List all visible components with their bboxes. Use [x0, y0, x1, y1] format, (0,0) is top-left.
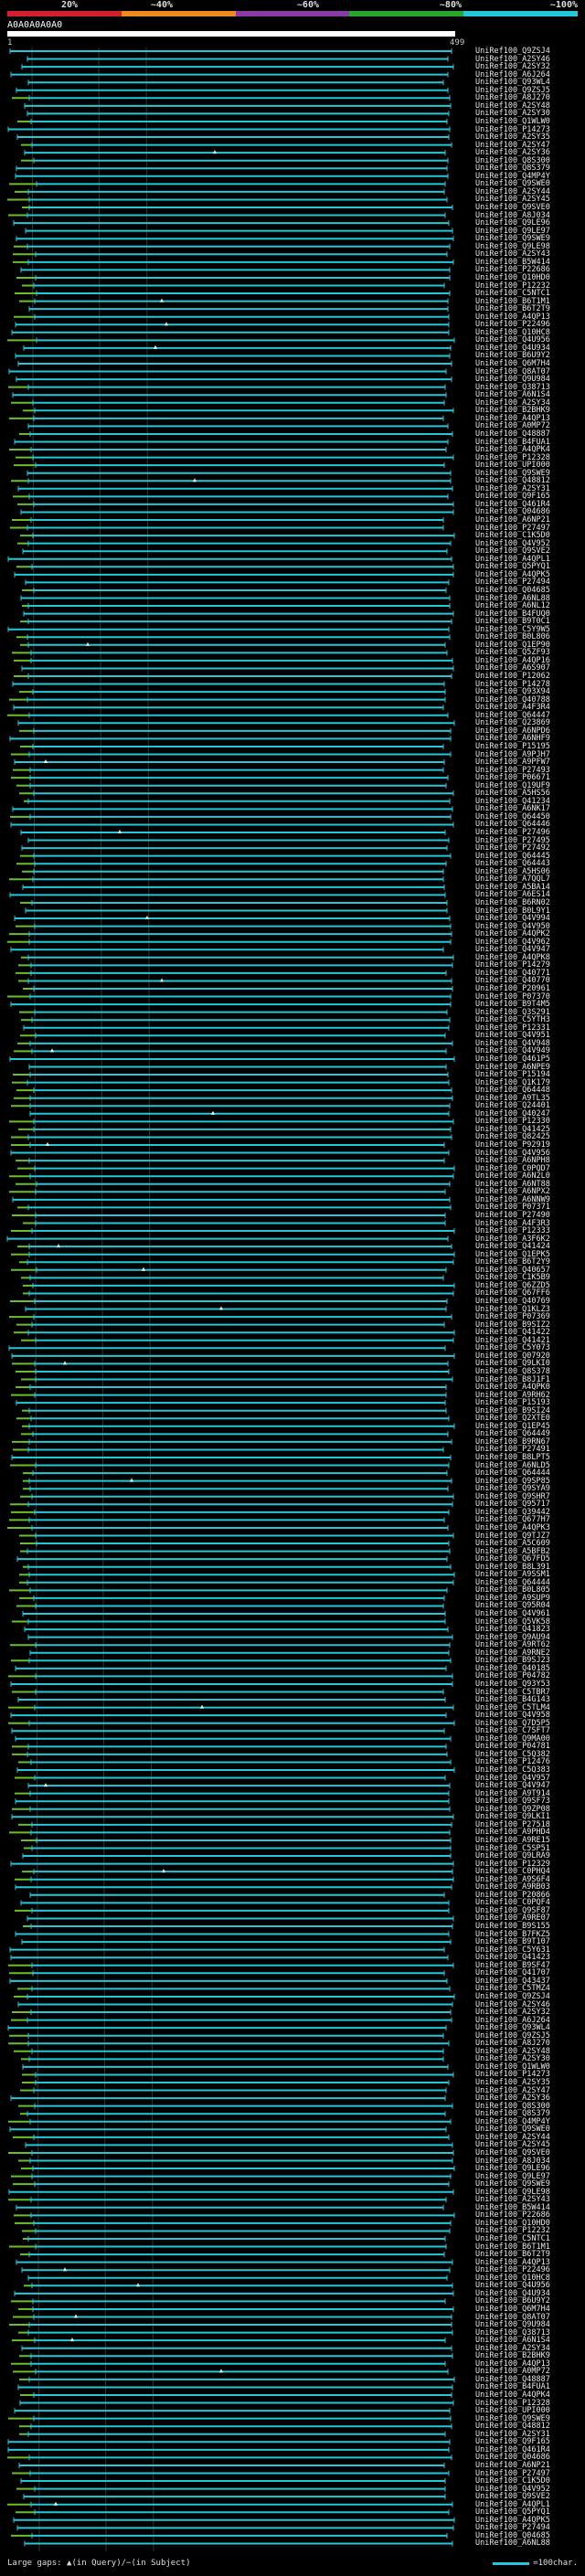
color-band-purple — [235, 11, 350, 16]
query-id: A0A0A0A0A0 — [7, 20, 63, 30]
color-band-orange — [121, 11, 236, 16]
query-end: 499 — [450, 38, 465, 48]
color-band-cyan — [463, 11, 578, 16]
identity-color-bar — [7, 11, 578, 16]
color-band-green — [349, 11, 464, 16]
query-bar — [7, 31, 455, 37]
gap-marker — [162, 1869, 165, 1873]
legend-scale-swatch — [493, 2561, 530, 2565]
scale-label-80: ~80% — [439, 0, 462, 10]
scale-label-60: ~60% — [296, 0, 319, 10]
legend-gaps-text: Large gaps: ▲(in Query)/−(in Subject) — [7, 2559, 191, 2568]
scale-label-40: ~40% — [150, 0, 173, 10]
hit-label[interactable]: UniRef100_A6NL88 — [475, 2539, 550, 2548]
scale-label-100: ~100% — [549, 0, 578, 10]
gap-marker — [160, 978, 164, 982]
color-band-red — [7, 11, 122, 16]
legend-scale-text: =100char. — [533, 2559, 578, 2568]
legend-scale: =100char. — [493, 2559, 578, 2568]
legend: Large gaps: ▲(in Query)/−(in Subject) =1… — [7, 2559, 578, 2571]
scale-label-20: 20% — [60, 0, 78, 10]
query-start: 1 — [7, 38, 13, 48]
gap-marker — [213, 150, 217, 154]
